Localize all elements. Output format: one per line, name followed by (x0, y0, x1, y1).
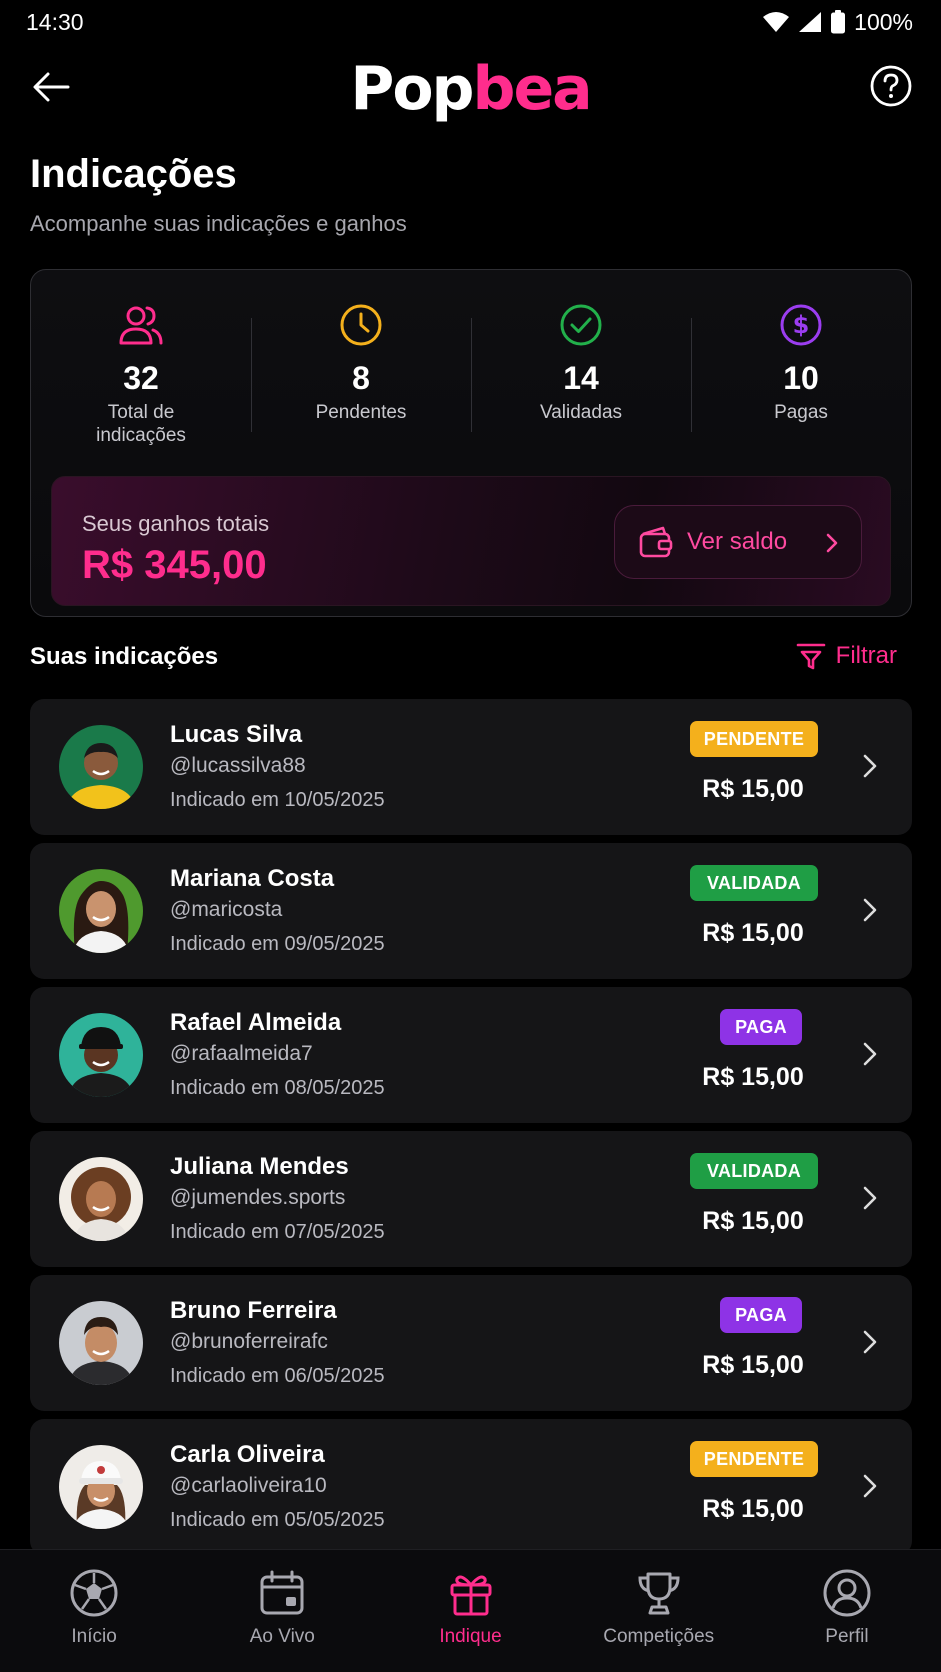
referral-card[interactable]: Juliana Mendes @jumendes.sports Indicado… (30, 1131, 912, 1267)
stat-validated: 14 Validadas (471, 300, 691, 450)
wallet-icon (639, 526, 673, 558)
referral-date: Indicado em 10/05/2025 (170, 789, 385, 811)
page-subtitle: Acompanhe suas indicações e ganhos (30, 211, 407, 236)
referral-card[interactable]: Mariana Costa @maricosta Indicado em 09/… (30, 843, 912, 979)
question-circle-icon (870, 65, 912, 107)
soccer-ball-icon (70, 1569, 118, 1617)
stat-paid: $ 10 Pagas (691, 300, 911, 450)
avatar (59, 1301, 143, 1385)
battery-icon (831, 10, 846, 34)
app-logo: Popbea (350, 54, 592, 124)
help-button[interactable] (869, 64, 913, 108)
avatar (59, 1157, 143, 1241)
referral-amount: R$ 15,00 (702, 1207, 804, 1235)
stats-row: 32 Total de indicações 8 Pendentes 14 Va… (31, 300, 911, 450)
referral-date: Indicado em 09/05/2025 (170, 933, 385, 955)
referral-amount: R$ 15,00 (702, 1495, 804, 1523)
status-badge: VALIDADA (690, 865, 818, 901)
chevron-right-icon (863, 754, 877, 778)
status-badge: PAGA (720, 1297, 802, 1333)
status-badge: VALIDADA (690, 1153, 818, 1189)
bottom-navigation: Início Ao Vivo Indique Competições Perfi… (0, 1549, 941, 1672)
referral-date: Indicado em 06/05/2025 (170, 1365, 385, 1387)
stat-pending: 8 Pendentes (251, 300, 471, 450)
earnings-value: R$ 345,00 (82, 543, 267, 587)
battery-percent: 100% (854, 8, 913, 35)
view-balance-button[interactable]: Ver saldo (614, 505, 862, 579)
referral-card[interactable]: Lucas Silva @lucassilva88 Indicado em 10… (30, 699, 912, 835)
chevron-right-icon (863, 1186, 877, 1210)
referral-handle: @lucassilva88 (170, 754, 306, 777)
referral-name: Carla Oliveira (170, 1441, 325, 1468)
status-time: 14:30 (26, 8, 84, 35)
status-badge: PAGA (720, 1009, 802, 1045)
status-badge: PENDENTE (690, 1441, 818, 1477)
app-header: Popbea (0, 52, 941, 124)
chevron-right-icon (863, 1330, 877, 1354)
avatar (59, 1445, 143, 1529)
avatar (59, 869, 143, 953)
referral-handle: @maricosta (170, 898, 283, 921)
clock-icon (340, 304, 382, 346)
referral-name: Mariana Costa (170, 865, 335, 892)
referral-handle: @brunoferreirafc (170, 1330, 328, 1353)
wifi-icon (763, 12, 790, 32)
referral-card[interactable]: Carla Oliveira @carlaoliveira10 Indicado… (30, 1419, 912, 1549)
referral-name: Juliana Mendes (170, 1153, 349, 1180)
trophy-icon (638, 1572, 680, 1615)
referral-card[interactable]: Bruno Ferreira @brunoferreirafc Indicado… (30, 1275, 912, 1411)
referral-name: Rafael Almeida (170, 1009, 342, 1036)
nav-item-ao-vivo[interactable]: Ao Vivo (188, 1550, 376, 1672)
view-balance-label: Ver saldo (687, 528, 788, 555)
chevron-right-icon (863, 898, 877, 922)
status-bar: 14:30 100% (0, 0, 941, 44)
filter-label: Filtrar (835, 642, 897, 669)
earnings-panel: Seus ganhos totais R$ 345,00 Ver saldo (51, 476, 891, 606)
avatar (59, 1013, 143, 1097)
check-circle-icon (560, 304, 602, 346)
referral-date: Indicado em 05/05/2025 (170, 1509, 385, 1531)
referral-handle: @rafaalmeida7 (170, 1042, 313, 1065)
referral-handle: @carlaoliveira10 (170, 1474, 327, 1497)
avatar (59, 725, 143, 809)
signal-icon (799, 12, 822, 32)
referral-list: Lucas Silva @lucassilva88 Indicado em 10… (30, 699, 912, 1549)
referral-handle: @jumendes.sports (170, 1186, 346, 1209)
referral-card[interactable]: Rafael Almeida @rafaalmeida7 Indicado em… (30, 987, 912, 1123)
user-circle-icon (823, 1569, 871, 1617)
earnings-label: Seus ganhos totais (82, 511, 270, 536)
referral-name: Lucas Silva (170, 721, 303, 748)
users-icon (119, 306, 163, 345)
calendar-live-icon (260, 1570, 304, 1615)
referral-amount: R$ 15,00 (702, 775, 804, 803)
filter-icon (796, 643, 825, 670)
referral-amount: R$ 15,00 (702, 1063, 804, 1091)
status-icons: 100% (762, 9, 913, 36)
chevron-right-icon (826, 533, 838, 553)
referral-amount: R$ 15,00 (702, 1351, 804, 1379)
nav-item-inicio[interactable]: Início (0, 1550, 188, 1672)
nav-item-indique[interactable]: Indique (376, 1550, 564, 1672)
referral-name: Bruno Ferreira (170, 1297, 337, 1324)
referral-date: Indicado em 07/05/2025 (170, 1221, 385, 1243)
gift-icon (450, 1575, 491, 1616)
stat-total: 32 Total de indicações (31, 300, 251, 450)
svg-text:$: $ (793, 311, 810, 339)
chevron-right-icon (863, 1474, 877, 1498)
stats-card: 32 Total de indicações 8 Pendentes 14 Va… (30, 269, 912, 617)
dollar-circle-icon: $ (780, 304, 822, 346)
chevron-right-icon (863, 1042, 877, 1066)
status-badge: PENDENTE (690, 721, 818, 757)
nav-item-perfil[interactable]: Perfil (753, 1550, 941, 1672)
referral-amount: R$ 15,00 (702, 919, 804, 947)
filter-button[interactable]: Filtrar (796, 642, 897, 670)
nav-item-competicoes[interactable]: Competições (565, 1550, 753, 1672)
page-title: Indicações (30, 152, 237, 196)
referrals-section-title: Suas indicações (30, 643, 219, 670)
referral-date: Indicado em 08/05/2025 (170, 1077, 385, 1099)
